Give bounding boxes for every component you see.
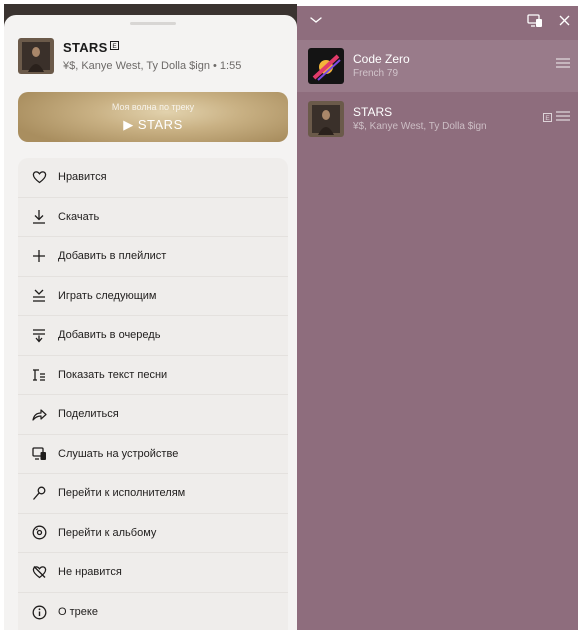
dislike-icon	[30, 563, 48, 581]
queue-item-artist: French 79	[353, 68, 399, 79]
menu-item-label: Добавить в плейлист	[58, 250, 167, 263]
queue-item-title: Code Zero	[353, 52, 410, 66]
queue-item[interactable]: STARS ¥$, Kanye West, Ty Dolla $ign E	[297, 93, 578, 145]
track-actions-sheet: STARS E ¥$, Kanye West, Ty Dolla $ign • …	[4, 15, 297, 630]
microphone-icon	[30, 484, 48, 502]
heart-icon	[30, 168, 48, 186]
track-wave-button[interactable]: Моя волна по треку ▶ STARS	[18, 92, 288, 142]
add-to-queue-icon	[30, 326, 48, 344]
album-cover	[308, 48, 344, 84]
track-actions-menu: Нравится Скачать Добавить в плейлист Игр…	[18, 158, 288, 630]
track-title: STARS	[63, 40, 108, 55]
sheet-grabber[interactable]	[130, 22, 176, 25]
album-icon	[30, 524, 48, 542]
menu-item-show-lyrics[interactable]: Показать текст песни	[18, 356, 288, 395]
menu-item-dislike[interactable]: Не нравится	[18, 553, 288, 593]
play-next-icon	[30, 287, 48, 305]
queue-item-text: Code Zero French 79	[353, 52, 578, 80]
album-cover	[18, 38, 54, 74]
explicit-badge-label: E	[112, 43, 117, 50]
chevron-down-icon[interactable]	[309, 15, 323, 25]
menu-item-listen-on-device[interactable]: Слушать на устройстве	[18, 435, 288, 474]
menu-item-add-to-playlist[interactable]: Добавить в плейлист	[18, 237, 288, 277]
menu-item-label: Скачать	[58, 210, 100, 223]
queue-item-current[interactable]: Code Zero French 79	[297, 40, 578, 92]
device-icon	[30, 445, 48, 463]
close-icon[interactable]	[559, 15, 570, 26]
menu-item-play-next[interactable]: Играть следующим	[18, 277, 288, 316]
menu-item-label: Показать текст песни	[58, 368, 168, 381]
lyrics-icon	[30, 366, 48, 384]
menu-item-label: Слушать на устройстве	[58, 447, 179, 460]
wave-title: Моя волна по треку	[111, 102, 195, 112]
menu-item-download[interactable]: Скачать	[18, 198, 288, 237]
menu-item-label: Добавить в очередь	[58, 329, 161, 342]
menu-item-about-track[interactable]: О треке	[18, 593, 288, 630]
menu-item-like[interactable]: Нравится	[18, 158, 288, 198]
menu-item-label: Играть следующим	[58, 289, 157, 302]
menu-item-label: Не нравится	[58, 566, 122, 579]
explicit-badge-icon: E	[543, 113, 552, 122]
track-artists: ¥$, Kanye West, Ty Dolla $ign • 1:55	[63, 60, 242, 72]
menu-item-share[interactable]: Поделиться	[18, 395, 288, 435]
plus-icon	[30, 247, 48, 265]
download-icon	[30, 208, 48, 226]
explicit-badge-icon: E	[110, 41, 119, 50]
device-icon[interactable]	[527, 14, 543, 28]
queue-header	[297, 6, 578, 38]
drag-handle-icon[interactable]	[556, 58, 570, 68]
menu-item-label: Нравится	[58, 171, 107, 184]
menu-item-go-to-artists[interactable]: Перейти к исполнителям	[18, 474, 288, 514]
info-icon	[30, 603, 48, 621]
wave-play-label: ▶ STARS	[123, 117, 183, 132]
menu-item-label: Перейти к исполнителям	[58, 487, 186, 500]
explicit-badge-label: E	[545, 115, 550, 122]
menu-item-label: Поделиться	[58, 408, 119, 421]
menu-item-go-to-album[interactable]: Перейти к альбому	[18, 514, 288, 553]
album-cover	[308, 101, 344, 137]
menu-item-add-to-queue[interactable]: Добавить в очередь	[18, 316, 288, 356]
menu-item-label: Перейти к альбому	[58, 526, 157, 539]
menu-item-label: О треке	[58, 606, 98, 619]
track-header: STARS E ¥$, Kanye West, Ty Dolla $ign • …	[18, 38, 288, 76]
drag-handle-icon[interactable]	[556, 111, 570, 121]
queue-panel: Code Zero French 79 STARS ¥$, Kanye West…	[297, 6, 578, 630]
share-icon	[30, 405, 48, 423]
screen: Code Zero French 79 STARS ¥$, Kanye West…	[0, 0, 578, 630]
